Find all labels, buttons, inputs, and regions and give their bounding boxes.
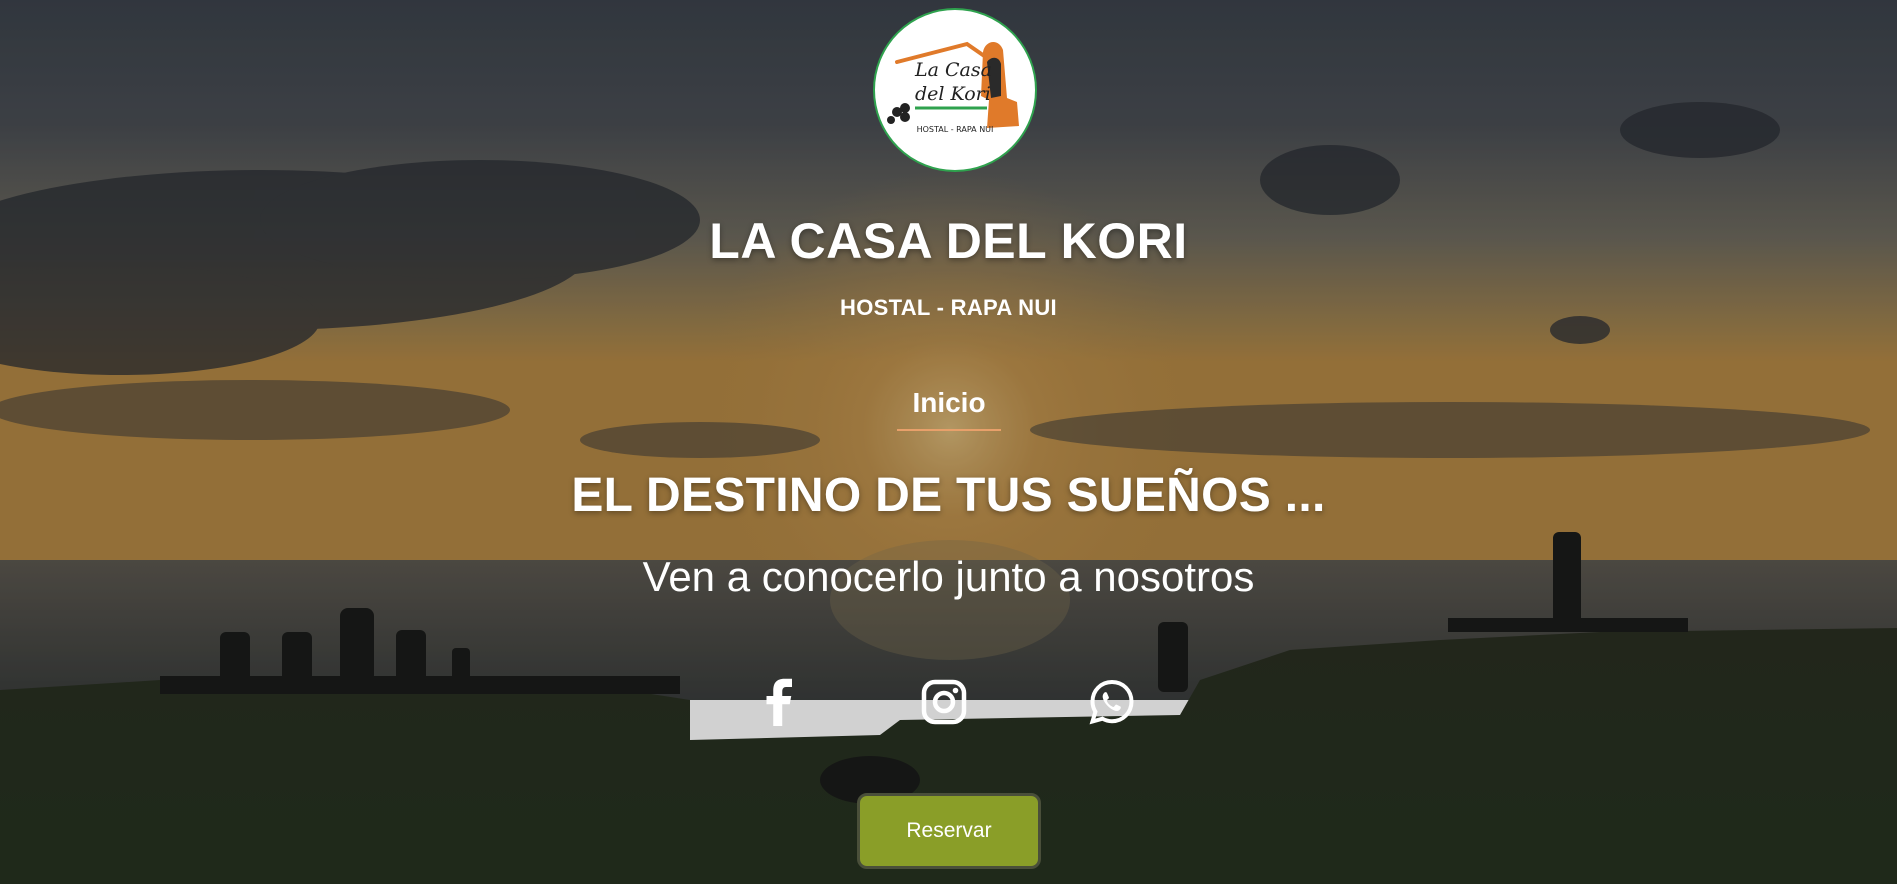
hero-headline: EL DESTINO DE TUS SUEÑOS ... [571, 469, 1326, 522]
logo-script-line2: del Kori [915, 83, 991, 105]
instagram-icon [921, 679, 967, 725]
hero-tagline: Ven a conocerlo junto a nosotros [642, 553, 1255, 600]
site-title: LA CASA DEL KORI [709, 213, 1188, 269]
logo-caption: HOSTAL - RAPA NUI [917, 125, 994, 134]
hero-section: La Casa del Kori HOSTAL - RAPA NUI LA CA… [0, 0, 1897, 884]
instagram-link[interactable] [918, 676, 970, 728]
logo-script-line1: La Casa [914, 59, 992, 81]
nav-link-inicio[interactable]: Inicio [897, 387, 1001, 431]
logo[interactable]: La Casa del Kori HOSTAL - RAPA NUI [873, 8, 1037, 172]
site-subtitle: HOSTAL - RAPA NUI [840, 295, 1057, 320]
reserve-button[interactable]: Reservar [857, 793, 1041, 869]
facebook-icon [766, 678, 792, 726]
facebook-link[interactable] [754, 676, 806, 728]
whatsapp-icon [1089, 679, 1134, 725]
whatsapp-link[interactable] [1086, 676, 1138, 728]
logo-emblem-graphic: La Casa del Kori HOSTAL - RAPA NUI [887, 41, 1019, 134]
